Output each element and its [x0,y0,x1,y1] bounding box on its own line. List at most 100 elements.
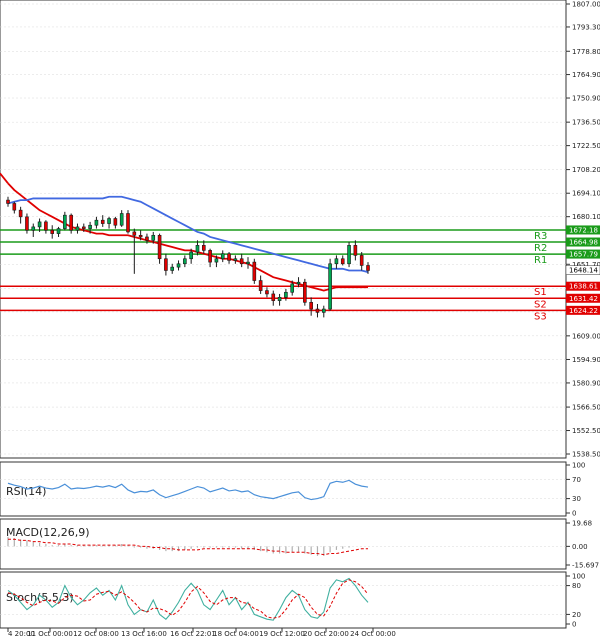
price-level-tags: 1672.18 1664.98 1657.79 1648.14 1638.61 1631.… [565,225,600,315]
price-tick-label: 1722.50 [572,142,600,150]
candle-body [25,216,29,231]
candle-body [31,226,36,231]
candle-body [227,253,231,261]
price-tick-label: 1552.50 [572,427,600,435]
time-tick-label: 18 Oct 04:00 [213,630,259,638]
macd-tick-label: 19.68 [572,520,592,528]
price-tick-label: 1708.20 [572,166,600,174]
price-tick-label: 1538.50 [572,451,600,459]
price-tick-label: 1580.90 [572,379,600,387]
candle-body [63,214,67,229]
candle-body [328,263,332,310]
trading-chart: R3R2R1 S1S2S3 1807.00 1793.30 1778.80 1764.9… [0,0,600,638]
candle-body [334,258,339,265]
time-tick-label: 20 Oct 20:00 [303,630,349,638]
candle-body [296,281,301,285]
candle-body [18,209,23,218]
price-tick-label: 1566.50 [572,404,600,412]
candle-body [303,281,307,303]
macd-title: MACD(12,26,9) [6,526,90,539]
candle-body [100,219,105,224]
candle-body [347,245,351,265]
candle-body [277,296,282,301]
price-tick-label: 1594.90 [572,356,600,364]
candle-body [271,293,276,301]
level-tag-value: 1631.42 [569,295,598,303]
candle-body [37,221,42,228]
price-panel: R3R2R1 S1S2S3 [0,0,567,459]
candle-body [50,229,55,234]
price-tick-label: 1793.30 [572,23,600,31]
stoch-tick-label: 80 [572,582,581,590]
candle-body [164,258,168,271]
candle-body [145,236,149,241]
rsi-tick-label: 30 [572,495,581,503]
pivot-label-s2: S2 [534,299,547,310]
macd-tick-label: 0.00 [572,543,588,551]
candle-body [151,234,156,241]
candle-body [183,258,187,265]
candle-body [359,255,364,266]
candle-body [233,258,238,261]
candle-body [170,266,175,271]
candle-body [176,263,181,268]
candle-body [81,226,86,229]
candle-body [126,213,130,233]
price-tick-label: 1778.80 [572,48,600,56]
rsi-panel-frame [0,461,567,517]
level-tag-value: 1664.98 [569,239,598,247]
price-tick-label: 1609.00 [572,332,600,340]
candle-body [258,280,263,291]
candle-body [208,250,212,263]
level-tag-value: 1638.61 [569,283,598,291]
candle-body [353,245,358,256]
candle-body [214,258,219,263]
candle-body [220,253,225,260]
candle-body [290,283,295,293]
candle-body [119,213,124,226]
candle-body [107,218,111,224]
time-tick-label: 11 Oct 00:00 [27,630,73,638]
candle-body [309,302,313,310]
pivot-label-r3: R3 [534,231,547,242]
candle-body [340,258,345,265]
stoch-tick-label: 0 [572,621,576,629]
candle-body [113,218,118,226]
candle-body [284,291,288,298]
candle-body [138,234,143,238]
candle-body [252,261,257,281]
candle-body [366,265,370,271]
candle-body [44,221,48,231]
stoch-panel-frame [0,571,567,629]
pivot-label-r2: R2 [534,243,547,254]
candle-body [69,214,73,231]
stoch-tick-label: 20 [572,611,581,619]
price-panel-frame [0,0,567,459]
pivot-label-s1: S1 [534,287,547,298]
candle-body [56,228,61,234]
candle-body [12,203,17,211]
price-tick-label: 1694.10 [572,190,600,198]
price-tick-label: 1680.10 [572,213,600,221]
candle-body [132,231,137,236]
candle-body [157,234,162,260]
rsi-panel: RSI(14) [0,461,567,517]
candle-body [88,224,92,229]
stoch-panel: Stoch(5,5,3) [0,571,567,629]
rsi-tick-label: 70 [572,476,581,484]
candle-body [6,199,10,204]
price-tick-label: 1807.00 [572,1,600,9]
candle-body [265,290,269,295]
rsi-tick-label: 0 [572,510,576,518]
candle-body [195,245,200,253]
macd-panel: MACD(12,26,9) [0,518,567,570]
time-tick-label: 12 Oct 08:00 [73,630,119,638]
rsi-axis: 100 70 30 0 [566,462,585,518]
time-tick-label: 16 Oct 22:01 [170,630,216,638]
time-axis: 4 20:0011 Oct 00:00 12 Oct 08:00 13 Oct 16… [7,628,396,638]
candle-body [75,226,80,231]
pivot-label-s3: S3 [534,311,547,322]
stoch-tick-label: 100 [572,573,585,581]
time-tick-label: 24 Oct 00:00 [350,630,396,638]
time-tick-label: 13 Oct 16:00 [121,630,167,638]
